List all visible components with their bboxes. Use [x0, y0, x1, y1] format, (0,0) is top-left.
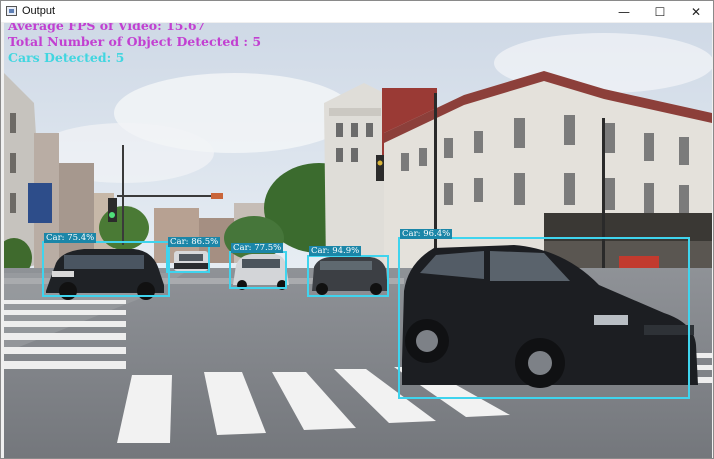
detection-label: Car: 94.9%	[309, 246, 362, 256]
detection-box	[229, 251, 287, 289]
app-window-icon	[6, 6, 17, 16]
detection-box	[398, 237, 690, 399]
output-window: Output — ☐ ✕ Average FPS of Video: 15.67…	[0, 0, 714, 459]
fps-overlay: Average FPS of Video: 15.67	[8, 23, 206, 33]
video-frame: Average FPS of Video: 15.67 Total Number…	[4, 23, 712, 458]
detection-box	[42, 241, 170, 297]
detection-label: Car: 96.4%	[400, 229, 453, 239]
detection-label: Car: 86.5%	[168, 237, 221, 247]
total-objects-overlay: Total Number of Object Detected : 5	[8, 34, 262, 49]
title-bar[interactable]: Output — ☐ ✕	[1, 1, 713, 22]
maximize-button[interactable]: ☐	[642, 1, 678, 22]
detection-label: Car: 77.5%	[231, 243, 284, 253]
detection-label: Car: 75.4%	[44, 233, 97, 243]
close-button[interactable]: ✕	[678, 1, 714, 22]
cars-detected-overlay: Cars Detected: 5	[8, 50, 125, 65]
minimize-button[interactable]: —	[606, 1, 642, 22]
detection-box	[307, 255, 389, 297]
window-title: Output	[22, 5, 56, 17]
detection-box	[166, 245, 210, 273]
